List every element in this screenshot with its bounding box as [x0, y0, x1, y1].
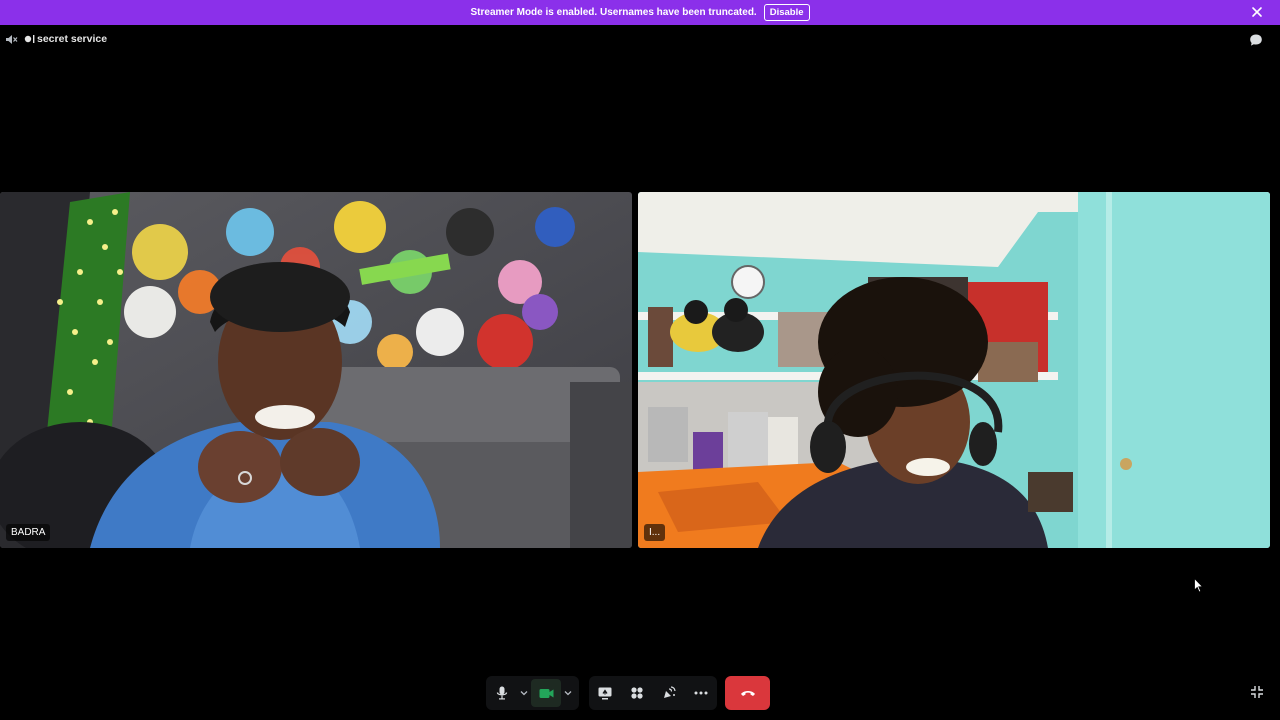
- call-header: secret service: [0, 30, 1280, 50]
- voice-channel-icon: [24, 35, 35, 43]
- participant-name-tag: BADRA: [6, 524, 51, 541]
- chevron-down-icon: [520, 691, 528, 696]
- end-call-button[interactable]: [725, 676, 770, 710]
- soundboard-button[interactable]: [653, 676, 685, 710]
- call-actions: [589, 676, 717, 710]
- activities-icon: [631, 687, 643, 699]
- mouse-cursor-icon: [1194, 578, 1204, 593]
- end-call-icon: [740, 691, 755, 696]
- soundboard-icon: [664, 686, 676, 698]
- chevron-down-icon: [564, 691, 572, 696]
- video-camera-icon: [539, 688, 553, 698]
- more-options-button[interactable]: [685, 676, 717, 710]
- disable-streamer-mode-button[interactable]: Disable: [763, 4, 810, 21]
- video-settings-caret[interactable]: [561, 676, 575, 710]
- microphone-icon: [496, 686, 507, 700]
- camera-button[interactable]: [531, 679, 561, 707]
- speaker-muted-icon[interactable]: [5, 33, 18, 46]
- participant-name-tag: I...: [644, 524, 666, 541]
- channel-title: secret service: [24, 33, 107, 45]
- video-tile[interactable]: I...: [638, 192, 1270, 548]
- screen-share-icon: [598, 687, 612, 699]
- video-tile[interactable]: BADRA: [0, 192, 632, 548]
- call-control-bar: [0, 676, 1280, 710]
- chat-bubble-icon[interactable]: [1249, 33, 1263, 47]
- audio-settings-caret[interactable]: [517, 676, 531, 710]
- participant-video: [638, 192, 1270, 548]
- banner-message: Streamer Mode is enabled. Usernames have…: [470, 7, 757, 18]
- streamer-mode-banner: Streamer Mode is enabled. Usernames have…: [0, 0, 1280, 25]
- activities-button[interactable]: [621, 676, 653, 710]
- participant-video: [0, 192, 632, 548]
- channel-name: secret service: [37, 33, 108, 45]
- close-icon[interactable]: [1250, 5, 1264, 19]
- exit-fullscreen-icon[interactable]: [1250, 685, 1264, 699]
- microphone-button[interactable]: [486, 676, 517, 710]
- more-options-icon: [694, 691, 708, 695]
- audio-video-controls: [486, 676, 579, 710]
- screen-share-button[interactable]: [589, 676, 621, 710]
